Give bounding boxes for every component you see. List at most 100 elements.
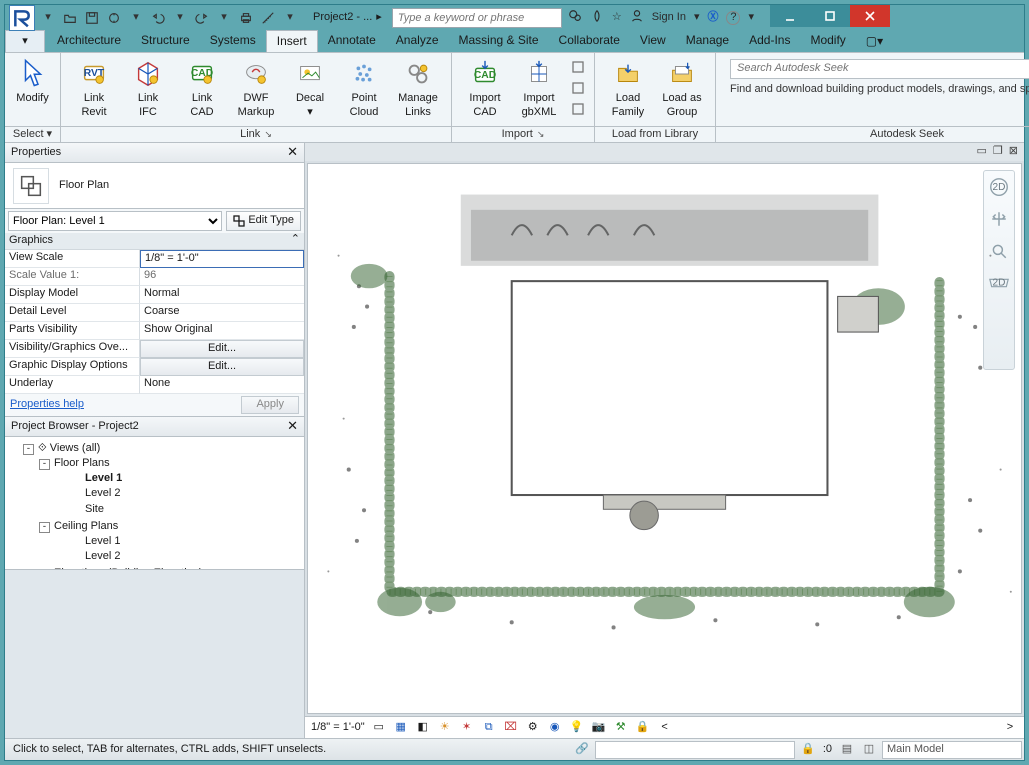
tree-item[interactable]: Level 1 [85,472,122,484]
select-links-icon[interactable]: ◫ [858,741,880,759]
view-window-close-icon[interactable]: ⊠ [1009,145,1018,159]
tab-modify[interactable]: Modify [800,30,855,52]
tree-twisty[interactable]: - [39,522,50,533]
measure-icon[interactable] [259,6,277,30]
property-value[interactable]: Show Original [140,322,304,340]
manage-links-button[interactable]: Manage Links [391,55,445,120]
main-model-select[interactable]: Main Model [882,741,1022,759]
favorites-icon[interactable]: ☆ [612,11,622,25]
property-value[interactable]: Normal [140,286,304,304]
property-value[interactable]: Edit... [140,340,304,358]
crop-view-icon[interactable]: ⧉ [481,720,497,736]
dwf-markup-button[interactable]: DWF Markup [229,55,283,120]
constraints-icon[interactable]: 🔒 [635,720,651,736]
model-graphics-icon[interactable]: ▭ [371,720,387,736]
application-menu-button[interactable] [9,5,35,31]
project-browser-close-icon[interactable]: ✕ [287,418,298,434]
property-category-graphics[interactable]: Graphics ⌃ [5,233,304,250]
show-hidden-icon[interactable]: ⚙ [525,720,541,736]
load-family-button[interactable]: Load Family [601,55,655,120]
close-button[interactable] [850,5,890,27]
worksets-icon[interactable]: 🔗 [571,741,593,759]
apply-button[interactable]: Apply [241,396,299,414]
infocenter-search-input[interactable] [392,8,562,28]
minimize-button[interactable] [770,5,810,27]
image-icon[interactable] [568,78,588,98]
tab-systems[interactable]: Systems [200,30,266,52]
design-options-select[interactable] [595,741,795,759]
tree-twisty[interactable]: - [23,444,34,455]
tab-massing-site[interactable]: Massing & Site [449,30,549,52]
shadows-icon[interactable]: ✶ [459,720,475,736]
manage-images-icon[interactable] [568,99,588,119]
detail-level-icon[interactable]: ▦ [393,720,409,736]
tree-item[interactable]: Level 2 [85,550,120,562]
property-value[interactable]: 96 [140,268,304,286]
tab-manage[interactable]: Manage [676,30,739,52]
autodesk-seek-search[interactable] [730,59,1029,79]
type-selector-dropdown[interactable]: Floor Plan: Level 1 [8,211,222,231]
view-scale-label[interactable]: 1/8" = 1'-0" [311,721,365,735]
signin-label[interactable]: Sign In [652,11,686,25]
reveal-hidden-icon[interactable]: 💡 [569,720,585,736]
signin-dropdown-icon[interactable]: ▾ [694,11,700,25]
worksharing-display-icon[interactable]: 📷 [591,720,607,736]
maximize-button[interactable] [810,5,850,27]
file-menu-button[interactable]: ▾ [5,30,45,52]
view-window-minimize-icon[interactable]: ▭ [977,145,987,159]
temporary-hide-icon[interactable]: ◉ [547,720,563,736]
edit-type-button[interactable]: Edit Type [226,211,301,231]
sun-path-icon[interactable]: ☀ [437,720,453,736]
tab-architecture[interactable]: Architecture [47,30,131,52]
tab-analyze[interactable]: Analyze [386,30,449,52]
link-ifc-button[interactable]: Link IFC [121,55,175,120]
title-dropdown-icon[interactable]: ▸ [376,11,382,25]
help-dropdown-icon[interactable]: ▾ [748,11,754,25]
seek-input[interactable] [731,62,1029,76]
exchange-icon[interactable]: Ⓧ [707,11,718,25]
tree-item[interactable]: Level 1 [85,535,120,547]
category-collapse-icon[interactable]: ⌃ [291,234,300,248]
tab-overflow-button[interactable]: ▢▾ [856,31,893,52]
tab-collaborate[interactable]: Collaborate [549,30,630,52]
import-cad-button[interactable]: CADImport CAD [458,55,512,120]
redo-icon[interactable] [193,6,211,30]
drawing-canvas[interactable]: 2D 2D [307,163,1022,714]
save-icon[interactable] [83,6,101,30]
tab-structure[interactable]: Structure [131,30,200,52]
vt-right-chevron-icon[interactable]: > [1002,720,1018,736]
property-value[interactable]: Edit... [140,358,304,376]
type-name[interactable]: Floor Plan [59,179,109,193]
tab-annotate[interactable]: Annotate [318,30,386,52]
tree-root[interactable]: Views (all) [50,442,101,454]
link-cad-button[interactable]: CADLink CAD [175,55,229,120]
property-value[interactable]: Coarse [140,304,304,322]
print-icon[interactable] [237,6,255,30]
subscription-icon[interactable] [590,9,604,28]
vt-chevron-icon[interactable]: < [657,720,673,736]
tab-add-ins[interactable]: Add-Ins [739,30,800,52]
tree-item[interactable]: Site [85,503,104,515]
tree-group[interactable]: Ceiling Plans [54,520,118,532]
tab-view[interactable]: View [630,30,676,52]
undo-icon[interactable] [149,6,167,30]
tree-group[interactable]: Elevations (Building Elevation) [54,567,203,569]
properties-help-link[interactable]: Properties help [10,398,84,412]
import-gbxml-button[interactable]: Import gbXML [512,55,566,120]
crop-region-icon[interactable]: ⌧ [503,720,519,736]
insert-from-file-icon[interactable] [568,57,588,77]
property-value[interactable]: None [140,376,304,394]
point-cloud-button[interactable]: Point Cloud [337,55,391,120]
tree-item[interactable]: Level 2 [85,487,120,499]
decal--button[interactable]: Decal ▾ [283,55,337,120]
tree-group[interactable]: Floor Plans [54,457,110,469]
filter-icon[interactable]: ▤ [836,741,858,759]
import-panel-label[interactable]: Import [452,126,594,142]
modify-tool-button[interactable]: Modify [11,55,54,106]
tree-twisty[interactable]: - [39,459,50,470]
link-revit-button[interactable]: RVTLink Revit [67,55,121,120]
tab-insert[interactable]: Insert [266,30,318,52]
open-icon[interactable] [61,6,79,30]
property-value[interactable]: 1/8" = 1'-0" [140,250,304,268]
sync-icon[interactable] [105,6,123,30]
